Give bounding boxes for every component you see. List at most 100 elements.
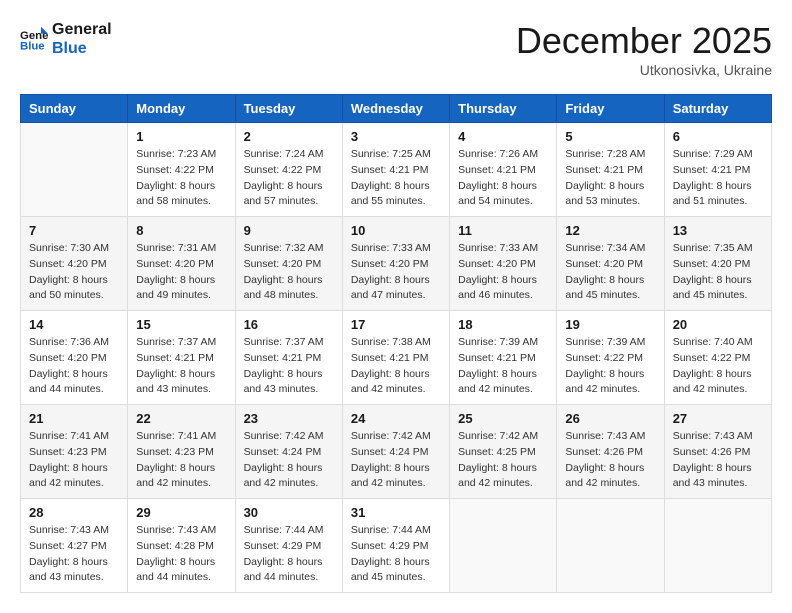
calendar-cell: 23 Sunrise: 7:42 AMSunset: 4:24 PMDayligh… — [235, 405, 342, 499]
day-info: Sunrise: 7:40 AMSunset: 4:22 PMDaylight:… — [673, 335, 763, 398]
calendar-cell: 16 Sunrise: 7:37 AMSunset: 4:21 PMDayligh… — [235, 311, 342, 405]
day-info: Sunrise: 7:28 AMSunset: 4:21 PMDaylight:… — [565, 147, 655, 210]
day-number: 28 — [29, 505, 119, 520]
day-info: Sunrise: 7:37 AMSunset: 4:21 PMDaylight:… — [244, 335, 334, 398]
calendar-cell: 28 Sunrise: 7:43 AMSunset: 4:27 PMDayligh… — [21, 499, 128, 593]
day-info: Sunrise: 7:30 AMSunset: 4:20 PMDaylight:… — [29, 241, 119, 304]
title-area: December 2025 Utkonosivka, Ukraine — [516, 20, 772, 78]
calendar-cell: 26Sunrise: 7:43 AMSunset: 4:26 PMDayligh… — [557, 405, 664, 499]
day-info: Sunrise: 7:43 AMSunset: 4:26 PMDaylight:… — [673, 429, 763, 492]
calendar-title: December 2025 — [516, 20, 772, 62]
calendar-cell — [21, 123, 128, 217]
day-number: 7 — [29, 223, 119, 238]
calendar-week-row: 7 Sunrise: 7:30 AMSunset: 4:20 PMDaylight… — [21, 217, 772, 311]
calendar-cell: 10Sunrise: 7:33 AMSunset: 4:20 PMDayligh… — [342, 217, 449, 311]
day-info: Sunrise: 7:35 AMSunset: 4:20 PMDaylight:… — [673, 241, 763, 304]
calendar-week-row: 21 Sunrise: 7:41 AMSunset: 4:23 PMDayligh… — [21, 405, 772, 499]
logo-general: General — [52, 20, 112, 39]
day-info: Sunrise: 7:43 AMSunset: 4:28 PMDaylight:… — [136, 523, 226, 586]
weekday-header-row: SundayMondayTuesdayWednesdayThursdayFrid… — [21, 95, 772, 123]
calendar-cell: 30 Sunrise: 7:44 AMSunset: 4:29 PMDayligh… — [235, 499, 342, 593]
day-info: Sunrise: 7:39 AMSunset: 4:21 PMDaylight:… — [458, 335, 548, 398]
day-number: 23 — [244, 411, 334, 426]
day-number: 16 — [244, 317, 334, 332]
calendar-cell: 20 Sunrise: 7:40 AMSunset: 4:22 PMDayligh… — [664, 311, 771, 405]
calendar-cell: 5 Sunrise: 7:28 AMSunset: 4:21 PMDaylight… — [557, 123, 664, 217]
day-info: Sunrise: 7:32 AMSunset: 4:20 PMDaylight:… — [244, 241, 334, 304]
day-info: Sunrise: 7:41 AMSunset: 4:23 PMDaylight:… — [136, 429, 226, 492]
calendar-cell: 21 Sunrise: 7:41 AMSunset: 4:23 PMDayligh… — [21, 405, 128, 499]
calendar-cell: 12Sunrise: 7:34 AMSunset: 4:20 PMDayligh… — [557, 217, 664, 311]
calendar-cell: 14 Sunrise: 7:36 AMSunset: 4:20 PMDayligh… — [21, 311, 128, 405]
calendar-cell: 15Sunrise: 7:37 AMSunset: 4:21 PMDayligh… — [128, 311, 235, 405]
day-number: 17 — [351, 317, 441, 332]
day-number: 4 — [458, 129, 548, 144]
weekday-header-friday: Friday — [557, 95, 664, 123]
day-info: Sunrise: 7:25 AMSunset: 4:21 PMDaylight:… — [351, 147, 441, 210]
day-number: 24 — [351, 411, 441, 426]
day-number: 2 — [244, 129, 334, 144]
day-number: 12 — [565, 223, 655, 238]
calendar-cell: 18 Sunrise: 7:39 AMSunset: 4:21 PMDayligh… — [450, 311, 557, 405]
logo: General Blue General Blue — [20, 20, 112, 58]
day-number: 8 — [136, 223, 226, 238]
day-number: 9 — [244, 223, 334, 238]
calendar-cell: 2 Sunrise: 7:24 AMSunset: 4:22 PMDaylight… — [235, 123, 342, 217]
day-info: Sunrise: 7:42 AMSunset: 4:24 PMDaylight:… — [244, 429, 334, 492]
calendar-cell: 22 Sunrise: 7:41 AMSunset: 4:23 PMDayligh… — [128, 405, 235, 499]
day-number: 6 — [673, 129, 763, 144]
day-number: 18 — [458, 317, 548, 332]
calendar-cell: 9 Sunrise: 7:32 AMSunset: 4:20 PMDaylight… — [235, 217, 342, 311]
day-number: 19 — [565, 317, 655, 332]
day-number: 1 — [136, 129, 226, 144]
day-info: Sunrise: 7:23 AMSunset: 4:22 PMDaylight:… — [136, 147, 226, 210]
logo-blue: Blue — [52, 39, 112, 58]
day-info: Sunrise: 7:42 AMSunset: 4:25 PMDaylight:… — [458, 429, 548, 492]
day-info: Sunrise: 7:41 AMSunset: 4:23 PMDaylight:… — [29, 429, 119, 492]
day-info: Sunrise: 7:31 AMSunset: 4:20 PMDaylight:… — [136, 241, 226, 304]
day-info: Sunrise: 7:24 AMSunset: 4:22 PMDaylight:… — [244, 147, 334, 210]
day-number: 11 — [458, 223, 548, 238]
day-number: 20 — [673, 317, 763, 332]
day-info: Sunrise: 7:29 AMSunset: 4:21 PMDaylight:… — [673, 147, 763, 210]
calendar-cell: 24 Sunrise: 7:42 AMSunset: 4:24 PMDayligh… — [342, 405, 449, 499]
day-info: Sunrise: 7:33 AMSunset: 4:20 PMDaylight:… — [458, 241, 548, 304]
day-number: 5 — [565, 129, 655, 144]
calendar-cell: 31Sunrise: 7:44 AMSunset: 4:29 PMDayligh… — [342, 499, 449, 593]
day-number: 25 — [458, 411, 548, 426]
calendar-cell: 11 Sunrise: 7:33 AMSunset: 4:20 PMDayligh… — [450, 217, 557, 311]
day-info: Sunrise: 7:38 AMSunset: 4:21 PMDaylight:… — [351, 335, 441, 398]
day-number: 14 — [29, 317, 119, 332]
svg-text:Blue: Blue — [20, 41, 45, 53]
logo-icon: General Blue — [20, 25, 48, 53]
day-info: Sunrise: 7:37 AMSunset: 4:21 PMDaylight:… — [136, 335, 226, 398]
calendar-cell: 25 Sunrise: 7:42 AMSunset: 4:25 PMDayligh… — [450, 405, 557, 499]
weekday-header-sunday: Sunday — [21, 95, 128, 123]
header: General Blue General Blue December 2025 … — [20, 20, 772, 78]
calendar-cell: 3Sunrise: 7:25 AMSunset: 4:21 PMDaylight… — [342, 123, 449, 217]
calendar-cell: 27 Sunrise: 7:43 AMSunset: 4:26 PMDayligh… — [664, 405, 771, 499]
calendar-week-row: 28 Sunrise: 7:43 AMSunset: 4:27 PMDayligh… — [21, 499, 772, 593]
day-number: 13 — [673, 223, 763, 238]
day-number: 27 — [673, 411, 763, 426]
day-number: 21 — [29, 411, 119, 426]
day-number: 30 — [244, 505, 334, 520]
calendar-cell: 1 Sunrise: 7:23 AMSunset: 4:22 PMDaylight… — [128, 123, 235, 217]
day-number: 31 — [351, 505, 441, 520]
day-info: Sunrise: 7:44 AMSunset: 4:29 PMDaylight:… — [244, 523, 334, 586]
day-info: Sunrise: 7:33 AMSunset: 4:20 PMDaylight:… — [351, 241, 441, 304]
calendar-subtitle: Utkonosivka, Ukraine — [516, 62, 772, 78]
day-number: 22 — [136, 411, 226, 426]
calendar-week-row: 1 Sunrise: 7:23 AMSunset: 4:22 PMDaylight… — [21, 123, 772, 217]
weekday-header-saturday: Saturday — [664, 95, 771, 123]
calendar-cell: 4Sunrise: 7:26 AMSunset: 4:21 PMDaylight… — [450, 123, 557, 217]
day-info: Sunrise: 7:43 AMSunset: 4:27 PMDaylight:… — [29, 523, 119, 586]
calendar-cell: 13 Sunrise: 7:35 AMSunset: 4:20 PMDayligh… — [664, 217, 771, 311]
calendar-table: SundayMondayTuesdayWednesdayThursdayFrid… — [20, 94, 772, 593]
calendar-cell: 8 Sunrise: 7:31 AMSunset: 4:20 PMDaylight… — [128, 217, 235, 311]
weekday-header-monday: Monday — [128, 95, 235, 123]
day-number: 26 — [565, 411, 655, 426]
calendar-cell: 6 Sunrise: 7:29 AMSunset: 4:21 PMDaylight… — [664, 123, 771, 217]
day-info: Sunrise: 7:42 AMSunset: 4:24 PMDaylight:… — [351, 429, 441, 492]
day-info: Sunrise: 7:36 AMSunset: 4:20 PMDaylight:… — [29, 335, 119, 398]
